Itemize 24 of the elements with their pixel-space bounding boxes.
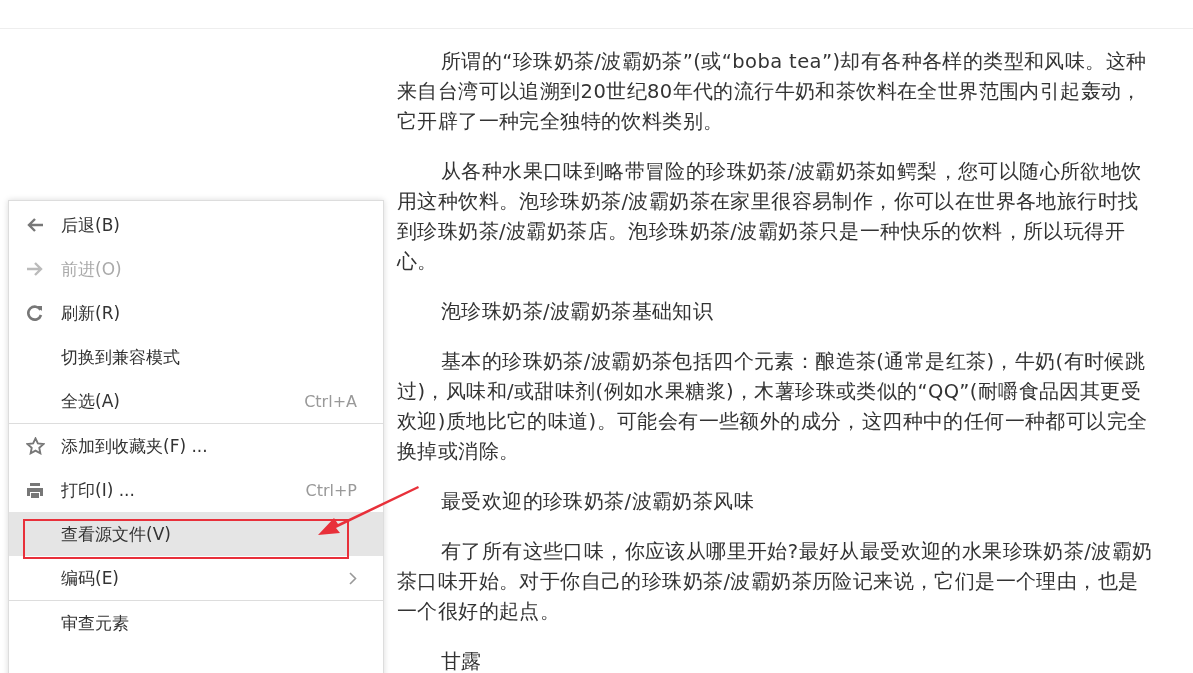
menu-item[interactable]: 查看源文件(V) — [9, 512, 383, 556]
menu-item[interactable]: 审查元素 — [9, 601, 383, 645]
article-paragraph: 所谓的“珍珠奶茶/波霸奶茶”(或“boba tea”)却有各种各样的类型和风味。这种来自台湾可以追溯到20世纪80年代的流行牛奶和茶饮料在全世界范围内引起轰动，它开辟了一种完全独特的饮料类别。 — [397, 49, 1148, 135]
menu-item[interactable]: 刷新(R) — [9, 291, 383, 335]
menu-item[interactable]: 添加到收藏夹(F) ... — [9, 424, 383, 468]
star-icon — [26, 437, 45, 455]
article-paragraph: 从各种水果口味到略带冒险的珍珠奶茶/波霸奶茶如鳄梨，您可以随心所欲地饮用这种饮料。泡珍珠奶茶/波霸奶茶在家里很容易制作，你可以在世界各地旅行时找到珍珠奶茶/波霸奶茶店。泡珍珠奶茶/波霸奶茶只是一种快乐的饮料，所以玩得开心。 — [397, 159, 1143, 275]
article-paragraph: 泡珍珠奶茶/波霸奶茶基础知识 — [440, 299, 715, 325]
reload-icon — [26, 304, 44, 322]
article-paragraph: 有了所有这些口味，你应该从哪里开始?最好从最受欢迎的水果珍珠奶茶/波霸奶茶口味开始。对于你自己的珍珠奶茶/波霸奶茶历险记来说，它们是一个理由，也是一个很好的起点。 — [397, 539, 1154, 625]
article-paragraph: 基本的珍珠奶茶/波霸奶茶包括四个元素：酿造茶(通常是红茶)，牛奶(有时候跳过)，风味和/或甜味剂(例如水果糖浆)，木薯珍珠或类似的“QQ”(耐嚼食品因其更受欢迎)质地比它的味道)。可能会有一些额外的成分，这四种中的任何一种都可以完全换掉或消除。 — [397, 349, 1149, 465]
printer-icon — [26, 481, 44, 499]
menu-item[interactable]: 编码(E) — [9, 556, 383, 600]
back-arrow-icon — [26, 217, 44, 233]
article-paragraph: 最受欢迎的珍珠奶茶/波霸奶茶风味 — [440, 489, 755, 515]
forward-arrow-icon — [26, 261, 44, 277]
menu-item[interactable]: 打印(I) ... Ctrl+P — [9, 468, 383, 512]
menu-item[interactable]: 切换到兼容模式 — [9, 335, 383, 379]
shortcut-text: Ctrl+A — [304, 391, 357, 411]
shortcut-text: Ctrl+P — [305, 480, 357, 500]
menu-item[interactable]: 全选(A) Ctrl+A — [9, 379, 383, 423]
chevron-icon — [349, 571, 357, 585]
menu-item[interactable]: 后退(B) — [9, 203, 383, 247]
article-paragraph: 甘露 — [440, 649, 483, 673]
